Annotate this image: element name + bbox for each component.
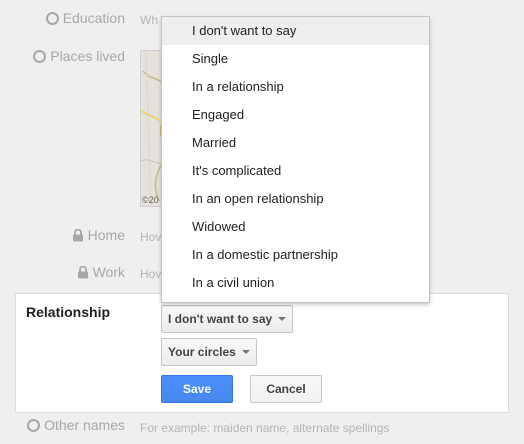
other-names-label: Other names (44, 417, 125, 433)
education-row-label[interactable]: Education (45, 10, 125, 26)
relationship-status-menu: I don't want to say Single In a relation… (161, 16, 430, 303)
menu-item[interactable]: In a civil union (162, 269, 429, 297)
menu-item[interactable]: Single (162, 45, 429, 73)
visibility-dropdown[interactable]: Your circles (161, 338, 257, 366)
work-label: Work (92, 264, 125, 280)
education-label: Education (62, 10, 125, 26)
chevron-down-icon (278, 317, 287, 321)
work-row-label[interactable]: Work (77, 264, 125, 280)
home-row-label[interactable]: Home (72, 227, 125, 243)
radio-icon[interactable] (27, 418, 41, 432)
places-lived-row-label[interactable]: Places lived (33, 48, 125, 64)
relationship-panel: Relationship I don't want to say Your ci… (15, 293, 509, 413)
relationship-status-value: I don't want to say (168, 312, 273, 326)
menu-item[interactable]: It's complicated (162, 157, 429, 185)
home-hint: Hov (140, 230, 162, 244)
menu-item[interactable]: In an open relationship (162, 185, 429, 213)
visibility-value: Your circles (168, 345, 236, 359)
chevron-down-icon (241, 350, 250, 354)
places-lived-label: Places lived (50, 48, 125, 64)
education-hint: Wh (140, 13, 158, 27)
lock-icon (77, 265, 88, 278)
radio-icon[interactable] (33, 49, 47, 63)
menu-item[interactable]: Widowed (162, 213, 429, 241)
menu-item[interactable]: In a relationship (162, 73, 429, 101)
menu-item[interactable]: Married (162, 129, 429, 157)
radio-icon[interactable] (45, 11, 59, 25)
relationship-title: Relationship (26, 304, 111, 320)
save-button[interactable]: Save (161, 375, 233, 403)
menu-item[interactable]: I don't want to say (162, 17, 429, 45)
map-credit: ©20 (142, 195, 159, 205)
relationship-status-dropdown[interactable]: I don't want to say (161, 305, 294, 333)
cancel-button[interactable]: Cancel (250, 375, 322, 403)
work-hint: Hov (140, 267, 162, 281)
lock-icon (72, 228, 83, 241)
menu-item[interactable]: In a domestic partnership (162, 241, 429, 269)
menu-item[interactable]: Engaged (162, 101, 429, 129)
other-names-row-label[interactable]: Other names (27, 417, 125, 433)
other-names-hint: For example: maiden name, alternate spel… (140, 421, 390, 435)
home-label: Home (87, 227, 125, 243)
